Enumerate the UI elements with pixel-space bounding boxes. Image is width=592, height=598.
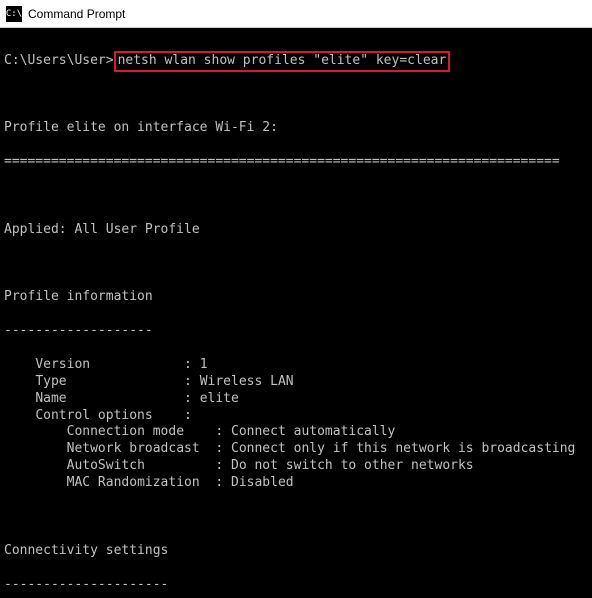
- kv-value: Connect only if this network is broadcas…: [231, 441, 575, 458]
- kv-value: Disabled: [231, 475, 294, 492]
- section-title-profile: Profile information: [4, 289, 588, 306]
- command-text: netsh wlan show profiles "elite" key=cle…: [118, 53, 447, 68]
- prompt: C:\Users\User>: [4, 53, 114, 70]
- kv-value: Do not switch to other networks: [231, 458, 474, 475]
- command-prompt-icon: C:\: [6, 6, 22, 22]
- kv-row: MAC Randomization : Disabled: [4, 475, 588, 492]
- kv-value: 1: [200, 357, 208, 374]
- window-title: Command Prompt: [28, 7, 125, 21]
- kv-row: Network broadcast : Connect only if this…: [4, 441, 588, 458]
- section-dashes: -------------------: [4, 323, 588, 340]
- kv-row: Version : 1: [4, 357, 588, 374]
- kv-value: Wireless LAN: [200, 374, 294, 391]
- kv-row: Control options :: [4, 408, 588, 425]
- kv-label: Control options: [35, 408, 152, 425]
- terminal-output[interactable]: C:\Users\User> netsh wlan show profiles "…: [0, 28, 592, 598]
- title-bar: C:\ Command Prompt: [0, 0, 592, 28]
- kv-label: Network broadcast: [67, 441, 200, 458]
- kv-label: Name: [35, 391, 66, 408]
- kv-row: Type : Wireless LAN: [4, 374, 588, 391]
- command-highlight: netsh wlan show profiles "elite" key=cle…: [114, 51, 451, 72]
- kv-label: MAC Randomization: [67, 475, 200, 492]
- kv-row: Connection mode : Connect automatically: [4, 424, 588, 441]
- profile-info-rows: Version : 1 Type : Wireless LAN Name : e…: [4, 357, 588, 492]
- separator: ========================================…: [4, 154, 588, 171]
- kv-row: AutoSwitch : Do not switch to other netw…: [4, 458, 588, 475]
- kv-label: Connection mode: [67, 424, 184, 441]
- applied-line: Applied: All User Profile: [4, 222, 588, 239]
- kv-value: elite: [200, 391, 239, 408]
- kv-label: Version: [35, 357, 90, 374]
- section-title-connectivity: Connectivity settings: [4, 543, 588, 560]
- kv-label: Type: [35, 374, 66, 391]
- kv-label: AutoSwitch: [67, 458, 145, 475]
- section-dashes: ---------------------: [4, 577, 588, 594]
- kv-row: Name : elite: [4, 391, 588, 408]
- profile-header: Profile elite on interface Wi-Fi 2:: [4, 120, 588, 137]
- kv-value: Connect automatically: [231, 424, 395, 441]
